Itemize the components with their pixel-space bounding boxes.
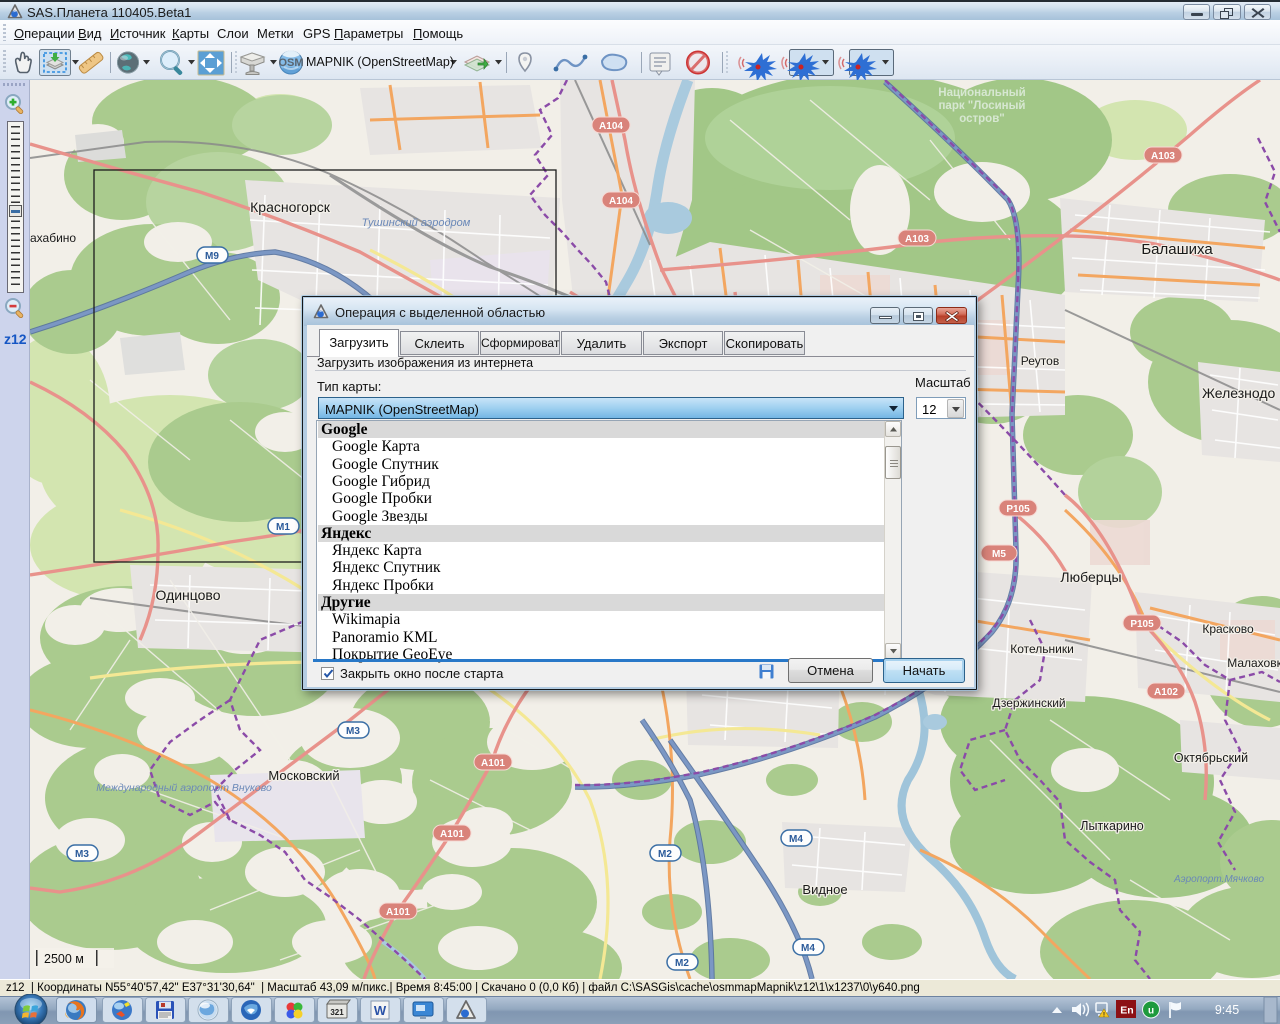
svg-text:Национальный: Национальный [938, 87, 1025, 99]
svg-text:А101: А101 [440, 829, 464, 840]
svg-text:Видное: Видное [802, 882, 847, 897]
svg-text:Красково: Красково [1202, 622, 1254, 636]
svg-text:2500 м: 2500 м [44, 952, 84, 966]
svg-text:Реутов: Реутов [1021, 354, 1059, 368]
svg-text:А104: А104 [599, 121, 623, 132]
svg-text:Р105: Р105 [1006, 504, 1030, 515]
svg-text:9:45: 9:45 [1215, 1003, 1239, 1017]
svg-text:М9: М9 [205, 251, 219, 262]
svg-text:парк "Лосиный: парк "Лосиный [938, 100, 1025, 112]
svg-text:М1: М1 [276, 522, 290, 533]
svg-text:Балашиха: Балашиха [1141, 241, 1213, 258]
svg-text:ахабино: ахабино [30, 231, 76, 245]
svg-text:u: u [1148, 1006, 1154, 1017]
svg-text:Международный аэропорт Внуково: Международный аэропорт Внуково [96, 782, 272, 794]
svg-text:А101: А101 [386, 907, 410, 918]
svg-text:М3: М3 [75, 849, 89, 860]
svg-text:Тушинский аэродром: Тушинский аэродром [362, 217, 471, 229]
svg-text:А104: А104 [609, 196, 633, 207]
svg-text:Одинцово: Одинцово [155, 587, 220, 603]
svg-text:А103: А103 [905, 234, 929, 245]
svg-text:Люберцы: Люберцы [1060, 569, 1121, 585]
svg-text:А103: А103 [1151, 151, 1175, 162]
svg-text:!: ! [1103, 1013, 1105, 1019]
svg-text:Красногорск: Красногорск [250, 199, 331, 215]
svg-text:А101: А101 [481, 758, 505, 769]
svg-text:W: W [374, 1003, 387, 1018]
svg-text:Котельники: Котельники [1010, 642, 1074, 656]
svg-text:Р105: Р105 [1130, 619, 1154, 630]
svg-text:остров": остров" [959, 113, 1004, 125]
svg-text:Дзержинский: Дзержинский [992, 696, 1065, 710]
svg-text:М4: М4 [801, 943, 815, 954]
svg-text:М2: М2 [658, 849, 672, 860]
svg-text:Лыткарино: Лыткарино [1080, 819, 1143, 833]
svg-text:А102: А102 [1154, 687, 1178, 698]
svg-text:Московский: Московский [268, 768, 339, 783]
svg-text:Аэропорт.Мячково: Аэропорт.Мячково [1173, 874, 1264, 885]
svg-text:321: 321 [330, 1008, 344, 1017]
svg-text:М4: М4 [789, 834, 803, 845]
svg-text:М5: М5 [992, 549, 1006, 560]
svg-text:М3: М3 [346, 726, 360, 737]
svg-text:Октябрьский: Октябрьский [1174, 751, 1248, 765]
svg-text:En: En [1120, 1005, 1133, 1017]
svg-text:М2: М2 [675, 958, 689, 969]
svg-text:OSM: OSM [278, 57, 303, 69]
svg-text:Железнодо: Железнодо [1202, 385, 1276, 401]
svg-text:Малаховка: Малаховка [1227, 656, 1280, 670]
